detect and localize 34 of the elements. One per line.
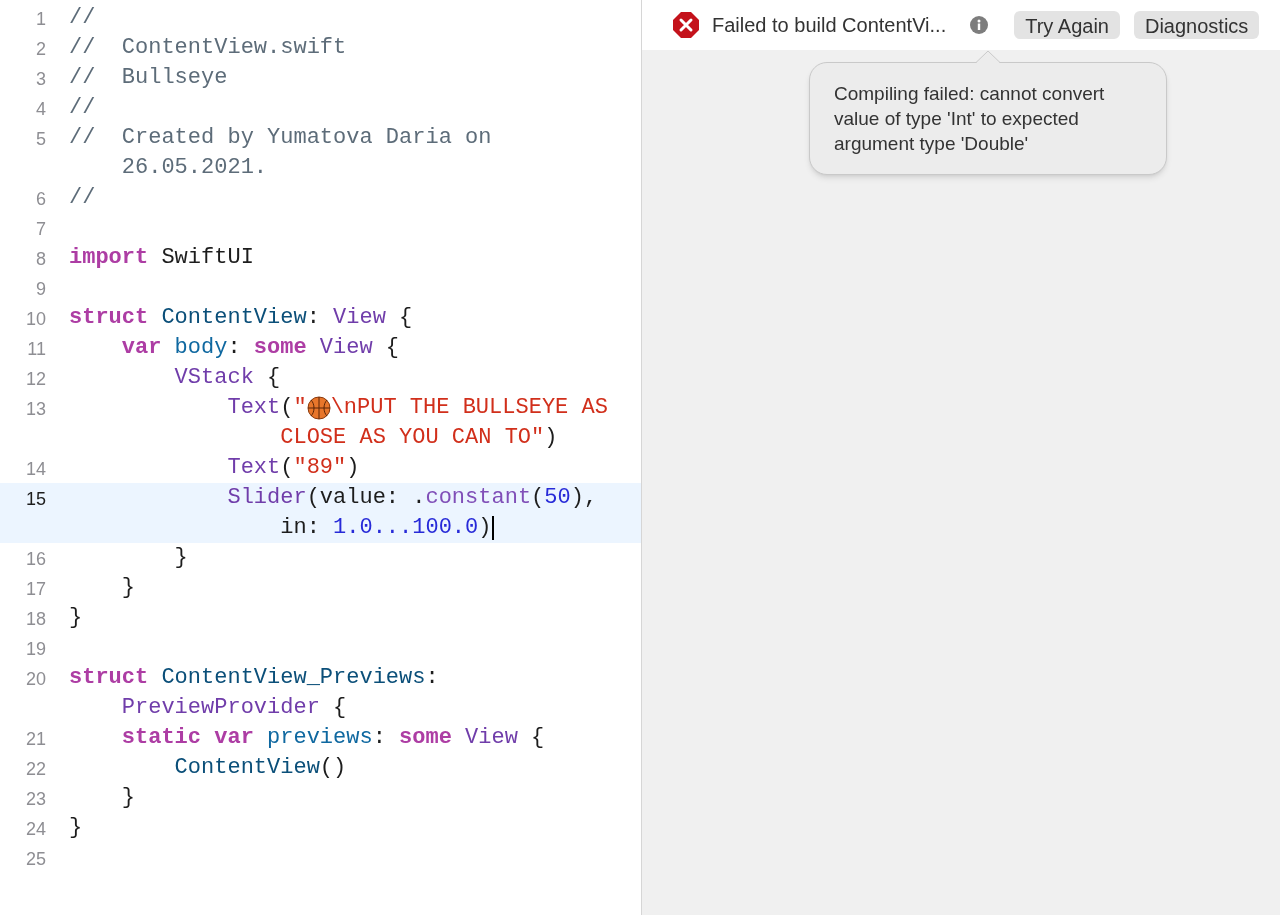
line-number: 20 [24,668,46,691]
line-number: 1 [35,8,46,31]
line-number: 2 [35,38,46,61]
line-number: 10 [24,308,46,331]
line-number: 22 [24,758,46,781]
basketball-icon [306,396,331,420]
line-number: 5 [35,128,46,151]
text-cursor [492,516,495,540]
line-number: 4 [35,98,46,121]
info-icon[interactable] [970,16,989,34]
toolbar-button[interactable]: Diagnostics [1133,11,1260,39]
line-number: 17 [24,578,46,601]
line-number: 14 [24,458,46,481]
line-number: 9 [35,278,46,301]
error-icon [672,11,700,39]
line-number: 12 [24,368,46,391]
line-number: 7 [35,218,46,241]
tooltip-text: Compiling failed: cannot convert value of type 'Int' to expected argument type 'Double' [834,82,1106,156]
line-number: 19 [24,638,46,661]
line-number: 21 [24,728,46,751]
line-number: 3 [35,68,46,91]
line-number: 16 [24,548,46,571]
line-number: 11 [26,338,46,361]
line-number: 8 [35,248,46,271]
line-number: 18 [24,608,46,631]
build-status: Failed to build ContentVi... [712,13,947,38]
line-number: 25 [24,848,46,871]
line-number: 6 [35,188,46,211]
line-number: 24 [24,818,46,841]
code-editor[interactable]: 1 // 2 // ContentView.swift 3 // Bullseye 4 // 5 // Created by Yumatova Daria on 26.05.2021. 6 // 7 8 import SwiftUI 9 10 struct ContentView: View { 11 var body: some View { 12 VStack { 13 Text(" \nPUT THE BULLSEYE AS CLOSE AS YOU CAN TO") 14 Text("89") 15 Slider(value: .constant(50), in: 1.0...100.0) 16 } 17 } 18 } 19 20 struct ContentView_Previews: PreviewProvider { 21 static var previews: some View { 22 ContentView() 23 } 24 } 25 [0,0,642,915]
line-number: 15 [24,488,46,511]
line-number: 13 [24,398,46,421]
toolbar-button[interactable]: Try Again [1014,11,1120,39]
line-number: 23 [24,788,46,811]
